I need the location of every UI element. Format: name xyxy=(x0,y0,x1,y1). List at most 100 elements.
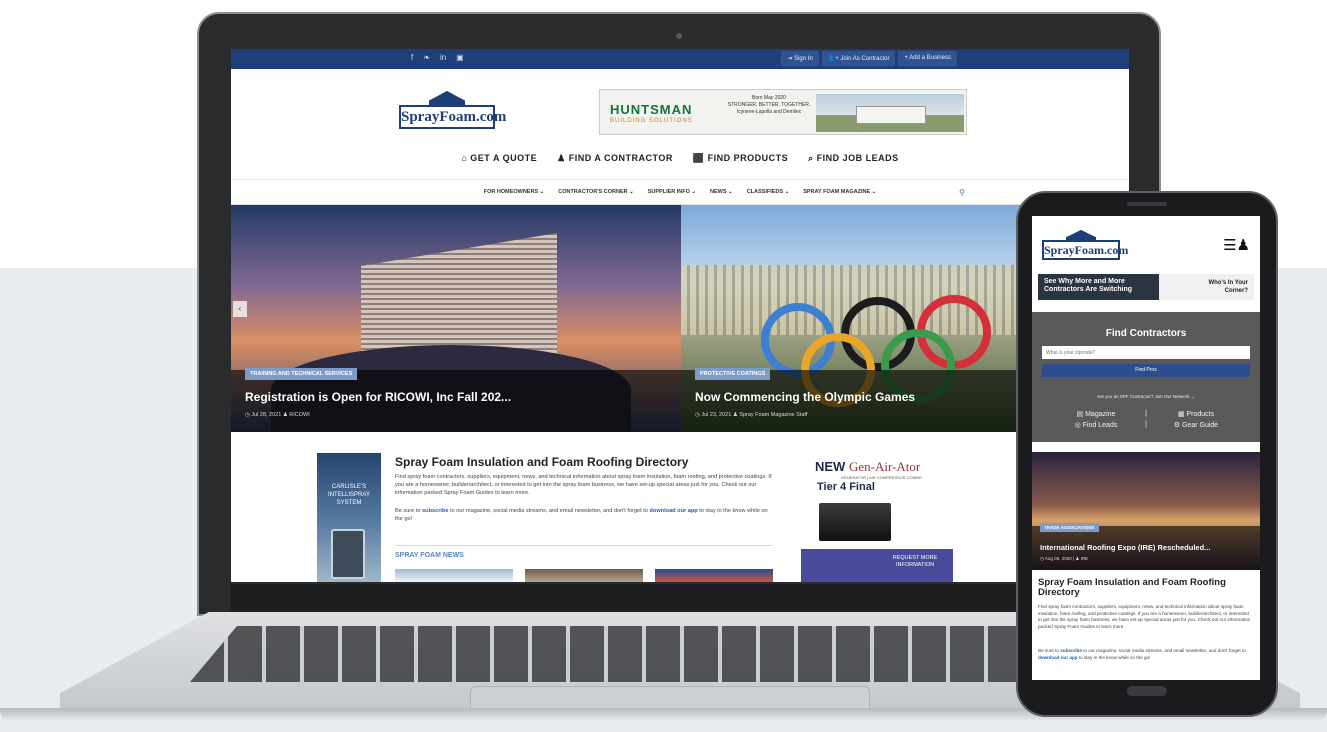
news-thumb[interactable] xyxy=(525,569,643,582)
ad-left-text: See Why More and More Contractors Are Sw… xyxy=(1044,278,1133,293)
sign-in-button[interactable]: ⇥ Sign In xyxy=(781,51,819,66)
house-body xyxy=(856,106,926,124)
directory-title: Spray Foam Insulation and Foam Roofing D… xyxy=(395,455,689,469)
site-logo[interactable]: SprayFoam.com xyxy=(399,91,506,133)
quick-links: ▤ Magazine | ▦ Products ◎ Find Leads | ⚙… xyxy=(1052,410,1240,429)
slide-meta: ◷ Jul 23, 2021 ♟ Spray Foam Magazine Sta… xyxy=(695,412,808,418)
ad-title: NEW Gen-Air-Ator xyxy=(815,459,920,475)
ad-right-text: Who's In Your Corner? xyxy=(1208,280,1248,294)
laptop-keyboard xyxy=(190,626,1130,682)
ad-tier: Tier 4 Final xyxy=(817,481,875,493)
webcam xyxy=(676,33,682,39)
slide-category-tag[interactable]: PROTECTIVE COATINGS xyxy=(695,368,771,380)
nav-find-a-contractor[interactable]: ♟ FIND A CONTRACTOR xyxy=(557,153,673,164)
text: to stay in the know while on the go! xyxy=(1077,654,1151,660)
news-thumb[interactable] xyxy=(395,569,513,582)
separator: | xyxy=(1145,410,1147,417)
banner-house-image xyxy=(816,94,964,132)
linkedin-icon[interactable]: in xyxy=(440,53,446,62)
separator: | xyxy=(1145,421,1147,428)
text: Be sure to xyxy=(1038,648,1061,653)
facebook-icon[interactable]: f xyxy=(411,53,413,62)
nav-get-a-quote[interactable]: ⌂ GET A QUOTE xyxy=(461,153,537,164)
banner-sub: BUILDING SOLUTIONS xyxy=(610,118,693,124)
instagram-icon[interactable]: ▣ xyxy=(456,53,464,62)
top-bar: f ❧ in ▣ ⇥ Sign In 👤+ Join As Contractor… xyxy=(231,49,1129,69)
ad-subtitle: GENERATOR | AIR COMPRESSOR COMBO xyxy=(841,475,922,480)
text: Be sure to xyxy=(395,508,423,514)
gen-air-ator-ad[interactable]: NEW Gen-Air-Ator GENERATOR | AIR COMPRES… xyxy=(801,453,953,582)
subscribe-link[interactable]: subscribe xyxy=(422,508,448,514)
find-contractors-panel: Find Contractors Find Pros Are you an SP… xyxy=(1032,312,1260,442)
banner-line3: Icynene-Lapolla and Demilec xyxy=(736,109,802,115)
subnav-classifieds[interactable]: CLASSIFIEDS ⌄ xyxy=(747,189,790,195)
link-products[interactable]: ▦ Products xyxy=(1152,410,1240,418)
ad-footer: REQUEST MORE INFORMATION xyxy=(801,549,953,582)
nav-find-job-leads[interactable]: ⌕ FIND JOB LEADS xyxy=(808,153,899,164)
subnav-contractors-corner[interactable]: CONTRACTOR'S CORNER ⌄ xyxy=(558,189,633,195)
mobile-directory-title: Spray Foam Insulation and Foam Roofing D… xyxy=(1038,577,1226,598)
mobile-banner-ad[interactable]: See Why More and More Contractors Are Sw… xyxy=(1038,274,1254,300)
mobile-directory-intro: Find spray foam contractors, suppliers, … xyxy=(1038,604,1251,629)
mobile-slide-ire[interactable]: TRADE ASSOCIATIONS International Roofing… xyxy=(1032,452,1260,570)
logo-text: SprayFoam.com xyxy=(1042,240,1128,260)
slide-title[interactable]: International Roofing Expo (IRE) Resched… xyxy=(1040,543,1210,552)
search-icon[interactable]: ⚲ xyxy=(959,188,965,197)
add-business-button[interactable]: + Add a Business xyxy=(898,51,957,66)
banner-brand: HUNTSMAN xyxy=(610,102,693,117)
slide-title[interactable]: Now Commencing the Olympic Games xyxy=(695,390,915,404)
banner-line1: Born May 2020 xyxy=(752,95,786,101)
download-app-link[interactable]: download our app xyxy=(1038,655,1078,660)
slider-prev-arrow-icon[interactable]: ‹ xyxy=(233,301,247,317)
phone-screen: SprayFoam.com ☰♟ See Why More and More C… xyxy=(1032,216,1260,680)
subscribe-link[interactable]: subscribe xyxy=(1060,648,1082,653)
banner-copy: Born May 2020 STRONGER. BETTER. TOGETHER… xyxy=(724,95,814,116)
join-contractor-button[interactable]: 👤+ Join As Contractor xyxy=(821,51,896,66)
text: to our magazine, social media streams, a… xyxy=(448,508,650,514)
slide-title[interactable]: Registration is Open for RICOWI, Inc Fal… xyxy=(245,390,511,404)
mobile-directory-subscribe-text: Be sure to subscribe to our magazine, so… xyxy=(1038,648,1254,661)
laptop-screen: f ❧ in ▣ ⇥ Sign In 👤+ Join As Contractor… xyxy=(231,49,1129,582)
news-thumb[interactable] xyxy=(655,569,773,582)
join-network-link[interactable]: Are you an SPF Contractor? Join Our Netw… xyxy=(1032,394,1260,399)
text: to our magazine, social media streams, a… xyxy=(1081,648,1246,653)
social-links: f ❧ in ▣ xyxy=(411,53,464,62)
huntsman-banner-ad[interactable]: HUNTSMAN BUILDING SOLUTIONS Born May 202… xyxy=(599,89,967,135)
slide-category-tag[interactable]: TRAINING AND TECHNICAL SERVICES xyxy=(245,368,358,380)
subnav-supplier-info[interactable]: SUPPLIER INFO ⌄ xyxy=(648,189,696,195)
zipcode-input[interactable] xyxy=(1042,346,1250,359)
link-magazine[interactable]: ▤ Magazine xyxy=(1052,410,1140,418)
slide-category-tag[interactable]: TRADE ASSOCIATIONS xyxy=(1040,523,1099,532)
phone-speaker xyxy=(1127,202,1167,206)
account-buttons: ⇥ Sign In 👤+ Join As Contractor + Add a … xyxy=(781,51,957,66)
slide-meta: ◷ Aug 06, 2020 | ♟ IRE xyxy=(1040,556,1089,561)
twitter-icon[interactable]: ❧ xyxy=(423,53,430,62)
ad-new: NEW xyxy=(815,459,846,474)
ad-product: Gen-Air-Ator xyxy=(848,459,921,474)
spray-foam-news-heading: SPRAY FOAM NEWS xyxy=(395,545,773,559)
link-find-leads[interactable]: ◎ Find Leads xyxy=(1052,421,1140,429)
link-gear-guide[interactable]: ⚙ Gear Guide xyxy=(1152,421,1240,429)
directory-subscribe-text: Be sure to subscribe to our magazine, so… xyxy=(395,507,773,523)
sub-nav: FOR HOMEOWNERS ⌄ CONTRACTOR'S CORNER ⌄ S… xyxy=(231,179,1129,205)
promo-device-image xyxy=(331,529,365,579)
subnav-news[interactable]: NEWS ⌄ xyxy=(710,189,733,195)
request-info-button[interactable]: REQUEST MORE INFORMATION xyxy=(885,555,945,569)
main-nav: ⌂ GET A QUOTE ♟ FIND A CONTRACTOR ⬛ FIND… xyxy=(231,153,1129,164)
nav-find-products[interactable]: ⬛ FIND PRODUCTS xyxy=(693,153,788,164)
phone-home-button xyxy=(1127,686,1167,696)
mobile-site-logo[interactable]: SprayFoam.com xyxy=(1042,230,1128,262)
laptop-bezel-bottom xyxy=(231,584,1129,612)
slide-ricowi[interactable]: ‹ TRAINING AND TECHNICAL SERVICES Regist… xyxy=(231,205,681,432)
slide-meta: ◷ Jul 28, 2021 ♟ RICOWI xyxy=(245,412,310,418)
subnav-magazine[interactable]: SPRAY FOAM MAGAZINE ⌄ xyxy=(803,189,876,195)
menu-icon[interactable]: ☰♟ xyxy=(1223,236,1250,254)
logo-text: SprayFoam.com xyxy=(399,105,506,129)
download-app-link[interactable]: download our app xyxy=(650,508,698,514)
promo-text: CARLISLE'S INTELLISPRAY SYSTEM xyxy=(328,484,370,506)
banner-line2: STRONGER. BETTER. TOGETHER. xyxy=(727,102,811,108)
find-pros-button[interactable]: Find Pros xyxy=(1042,364,1250,377)
generator-image xyxy=(819,503,891,541)
subnav-homeowners[interactable]: FOR HOMEOWNERS ⌄ xyxy=(484,189,545,195)
carlisle-promo-ad[interactable]: CARLISLE'S INTELLISPRAY SYSTEM xyxy=(317,453,381,582)
